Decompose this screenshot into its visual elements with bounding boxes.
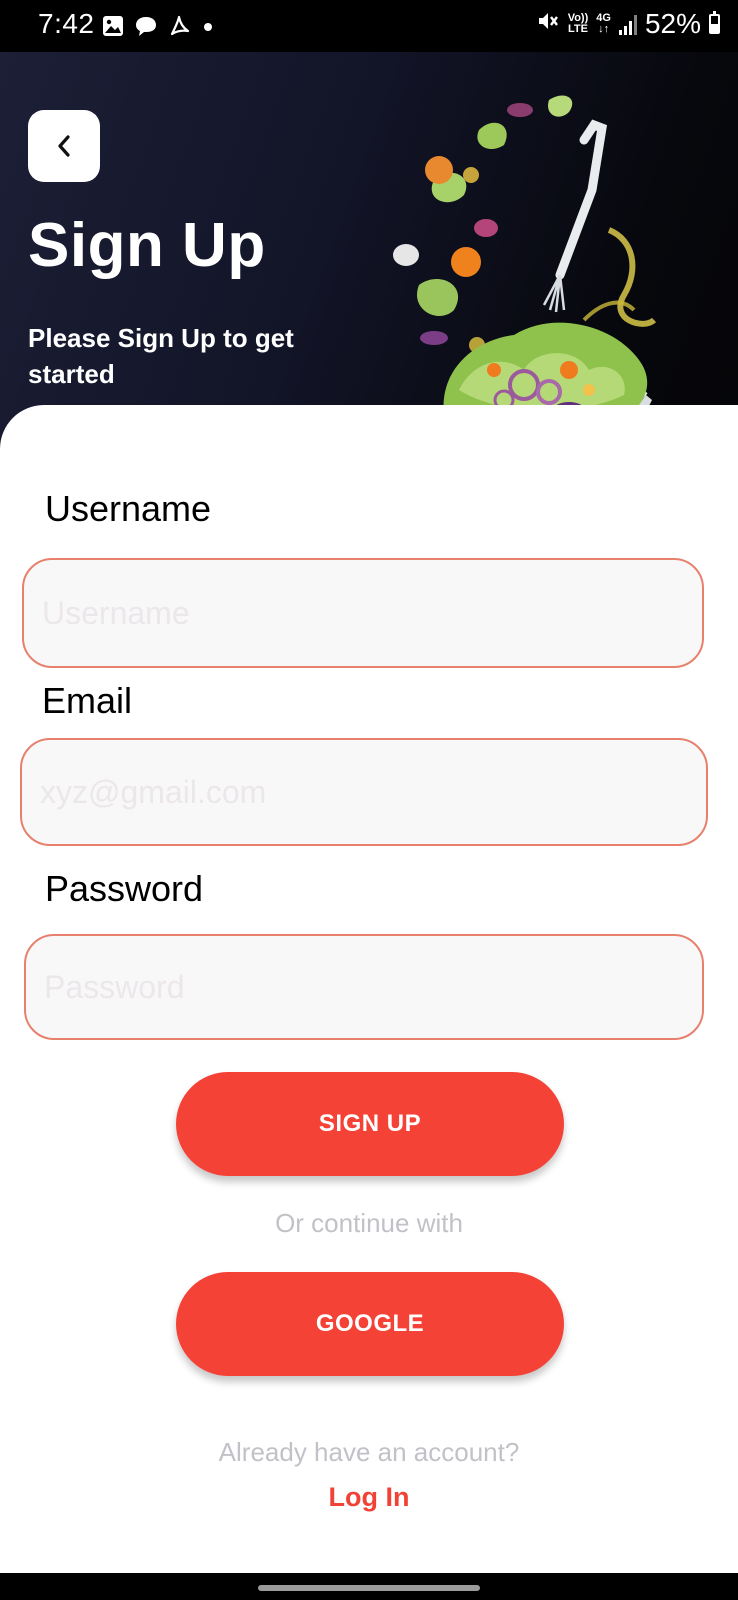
home-indicator[interactable] [258,1585,480,1591]
salad-bowl-illustration [393,95,657,460]
header: Sign Up Please Sign Up to get started [0,52,738,460]
page-title: Sign Up [28,211,266,280]
gallery-icon [102,15,124,42]
battery-fill [711,23,718,32]
page-subtitle: Please Sign Up to get started [28,323,294,389]
fork-icon [542,119,608,313]
chevron-left-icon [58,135,70,157]
password-label: Password [45,868,204,909]
network-arrows: ↓↑ [598,23,610,35]
battery-icon [709,11,720,34]
account-prompt: Already have an account? [218,1437,520,1467]
volte-label-bottom: LTE [567,23,588,35]
login-link[interactable]: Log In [0,1482,738,1513]
chat-icon [134,15,158,42]
continue-with-text: Or continue with [275,1208,463,1238]
password-input[interactable] [24,934,704,1040]
navigation-bar [0,1573,738,1600]
back-button[interactable] [28,110,100,182]
username-input[interactable] [22,558,704,668]
mute-icon [536,8,560,40]
dot-icon [202,20,214,38]
email-label: Email [42,680,133,721]
sign-up-button[interactable]: SIGN UP [176,1072,564,1176]
status-bar: 7:42 Vo)) LTE 4G ↓↑ 52% [0,0,738,52]
status-time: 7:42 [38,8,95,39]
signal-icon [618,13,637,35]
volte-icon: Vo)) LTE [568,13,589,35]
email-input[interactable] [20,738,708,846]
network-4g-icon: 4G ↓↑ [596,13,611,35]
battery-percent: 52% [644,8,701,39]
username-label: Username [45,488,212,529]
notification-icons [102,14,214,43]
pdf-icon [168,14,192,43]
google-button[interactable]: GOOGLE [176,1272,564,1376]
system-icons: Vo)) LTE 4G ↓↑ 52% [536,8,720,40]
